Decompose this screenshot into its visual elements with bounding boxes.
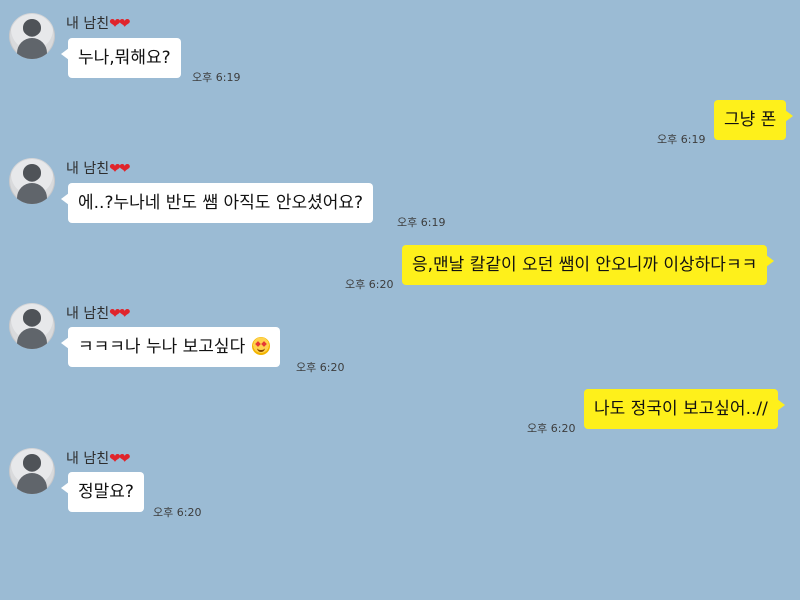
sender-name: 내 남친 (66, 306, 110, 322)
avatar[interactable] (9, 13, 55, 59)
message-text-3: 에..?누나네 반도 쌤 아직도 안오셨어요? (78, 193, 364, 213)
avatar[interactable] (9, 158, 55, 204)
sender-name-row: 내 남친❤❤ (66, 13, 131, 33)
message-time-6: 오후 6:20 (527, 422, 576, 435)
message-time-1: 오후 6:19 (192, 71, 241, 84)
heart-icon: ❤❤ (109, 451, 131, 467)
message-bubble-4[interactable]: 응,맨날 칼같이 오던 쌤이 안오니까 이상하다ㅋㅋ (402, 245, 775, 285)
message-time-3: 오후 6:19 (397, 216, 446, 229)
message-bubble-6[interactable]: 나도 정국이 보고싶어..// (584, 389, 785, 429)
message-bubble-3[interactable]: 에..?누나네 반도 쌤 아직도 안오셨어요? (60, 183, 374, 223)
heart-icon: ❤❤ (109, 306, 131, 322)
message-text-5: ㅋㅋㅋ나 누나 보고싶다 (78, 337, 246, 357)
message-bubble-7[interactable]: 정말요? (61, 472, 144, 512)
sender-name: 내 남친 (66, 16, 110, 32)
sender-name-row: 내 남친❤❤ (66, 448, 131, 468)
message-text-2: 그냥 폰 (724, 110, 777, 130)
heart-icon: ❤❤ (109, 161, 131, 177)
message-text-7: 정말요? (78, 482, 134, 502)
message-bubble-1[interactable]: 누나,뭐해요? (61, 38, 181, 78)
heart-icon: ❤❤ (109, 16, 131, 32)
message-time-7: 오후 6:20 (153, 506, 202, 519)
avatar[interactable] (9, 448, 55, 494)
sender-name-row: 내 남친❤❤ (66, 303, 131, 323)
message-time-4: 오후 6:20 (345, 278, 394, 291)
message-text-4: 응,맨날 칼같이 오던 쌤이 안오니까 이상하다ㅋㅋ (412, 255, 758, 275)
message-time-2: 오후 6:19 (657, 133, 706, 146)
avatar[interactable] (9, 303, 55, 349)
message-text-6: 나도 정국이 보고싶어..// (594, 399, 768, 419)
sender-name: 내 남친 (66, 451, 110, 467)
emoji-mouth (256, 346, 265, 352)
message-bubble-5[interactable]: ㅋㅋㅋ나 누나 보고싶다 (61, 327, 280, 367)
sender-name-row: 내 남친❤❤ (66, 158, 131, 178)
message-bubble-2[interactable]: 그냥 폰 (714, 100, 794, 140)
message-text-1: 누나,뭐해요? (78, 48, 171, 68)
message-time-5: 오후 6:20 (296, 361, 345, 374)
chat-room: 내 남친❤❤ 누나,뭐해요? 오후 6:19 오후 6:19 그냥 폰 내 남친… (0, 0, 800, 600)
heart-eyes-emoji-icon (251, 337, 270, 355)
sender-name: 내 남친 (66, 161, 110, 177)
